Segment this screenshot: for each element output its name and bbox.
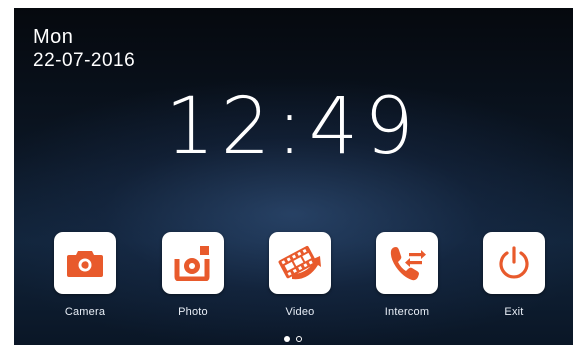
page-indicator	[0, 336, 585, 344]
page-dot-2[interactable]	[295, 336, 302, 342]
intercom-label: Intercom	[384, 306, 430, 318]
power-icon	[496, 245, 532, 281]
camera-icon	[66, 248, 104, 278]
weekday-label: Mon	[33, 26, 74, 48]
clock-time: 12:49	[165, 82, 420, 172]
date-label: 22-07-2016	[33, 50, 136, 71]
photo-label: Photo	[178, 306, 208, 318]
exit-tile[interactable]	[483, 232, 545, 294]
frame-top-edge	[0, 0, 585, 8]
app-launcher: Camera Photo Video Intercom Exit	[0, 232, 585, 327]
video-tile[interactable]	[269, 232, 331, 294]
video-film-icon	[278, 243, 322, 283]
intercom-button[interactable]: Intercom	[365, 232, 449, 322]
page-dot-1[interactable]	[283, 336, 290, 342]
camera-button[interactable]: Camera	[43, 232, 127, 322]
exit-label: Exit	[504, 306, 524, 318]
exit-button[interactable]: Exit	[472, 232, 556, 322]
camera-tile[interactable]	[54, 232, 116, 294]
photo-icon	[173, 245, 213, 281]
video-label: Video	[285, 306, 315, 318]
video-button[interactable]: Video	[258, 232, 342, 322]
home-screen: Mon 22-07-2016 12:49 Camera Photo Video …	[0, 0, 585, 345]
photo-button[interactable]: Photo	[151, 232, 235, 322]
intercom-tile[interactable]	[376, 232, 438, 294]
camera-label: Camera	[64, 306, 106, 318]
intercom-phone-icon	[387, 244, 427, 282]
photo-tile[interactable]	[162, 232, 224, 294]
